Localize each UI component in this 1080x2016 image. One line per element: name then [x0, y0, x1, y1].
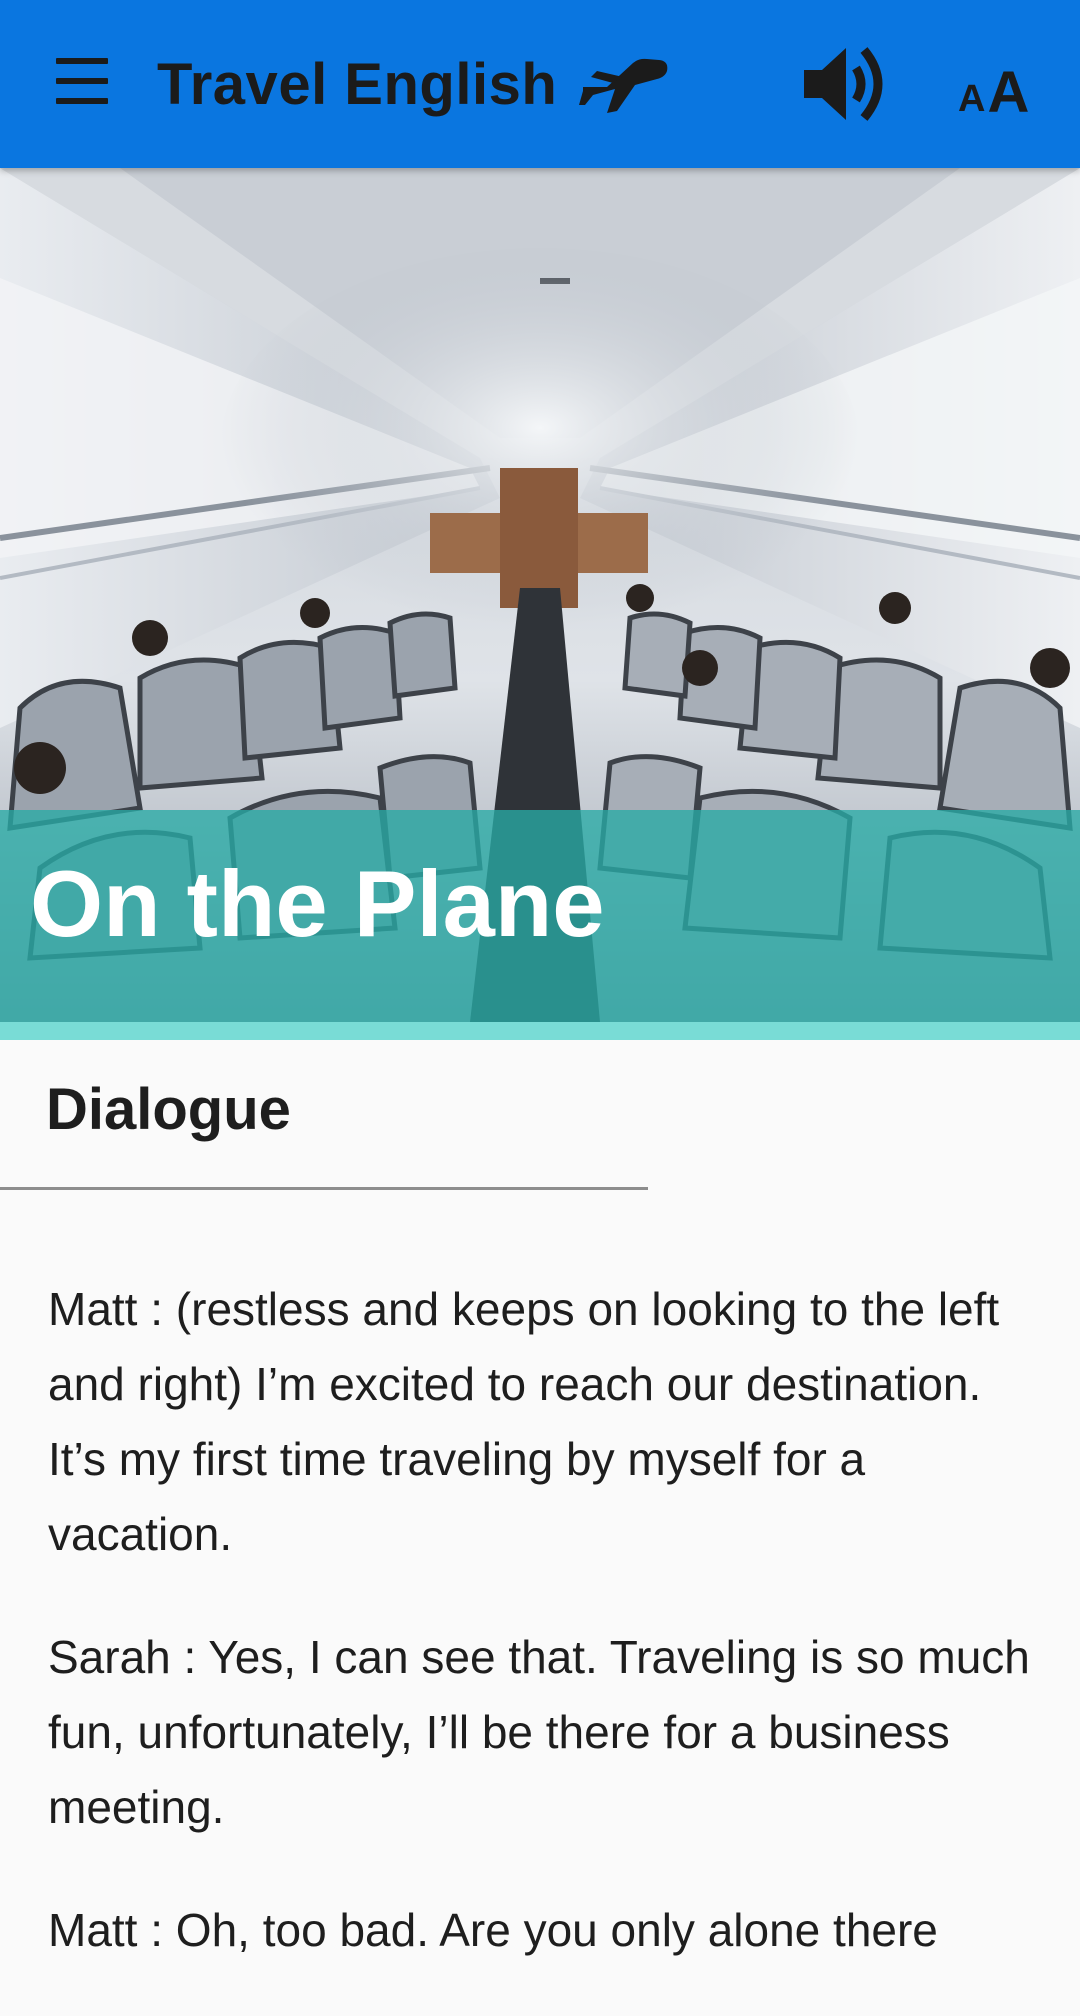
menu-button[interactable] — [52, 58, 112, 110]
volume-icon — [804, 47, 883, 121]
lesson-hero: On the Plane — [0, 168, 1080, 1022]
app-bar: Travel English A A — [0, 0, 1080, 168]
app-title: Travel English — [157, 51, 558, 117]
dialogue-line: Sarah : Yes, I can see that. Traveling i… — [48, 1631, 1030, 1833]
app-title-group: Travel English — [157, 42, 671, 126]
text-size-large-glyph: A — [987, 60, 1030, 125]
lesson-title-band: On the Plane — [0, 810, 1080, 1022]
sound-button[interactable] — [800, 42, 892, 126]
lesson-title: On the Plane — [30, 851, 605, 956]
text-size-button[interactable]: A A — [958, 46, 1029, 122]
section-heading: Dialogue — [46, 1077, 291, 1142]
section-divider — [0, 1187, 648, 1190]
text-size-icon: A A — [958, 64, 1029, 122]
text-size-small-glyph: A — [958, 78, 986, 120]
dialogue-list: Matt : (restless and keeps on looking to… — [48, 1272, 1038, 2016]
accent-strip — [0, 1022, 1080, 1040]
dialogue-line: Matt : (restless and keeps on looking to… — [48, 1283, 1000, 1560]
dialogue-line: Matt : Oh, too bad. Are you only alone t… — [48, 1904, 938, 1956]
airplane-icon — [579, 58, 668, 113]
